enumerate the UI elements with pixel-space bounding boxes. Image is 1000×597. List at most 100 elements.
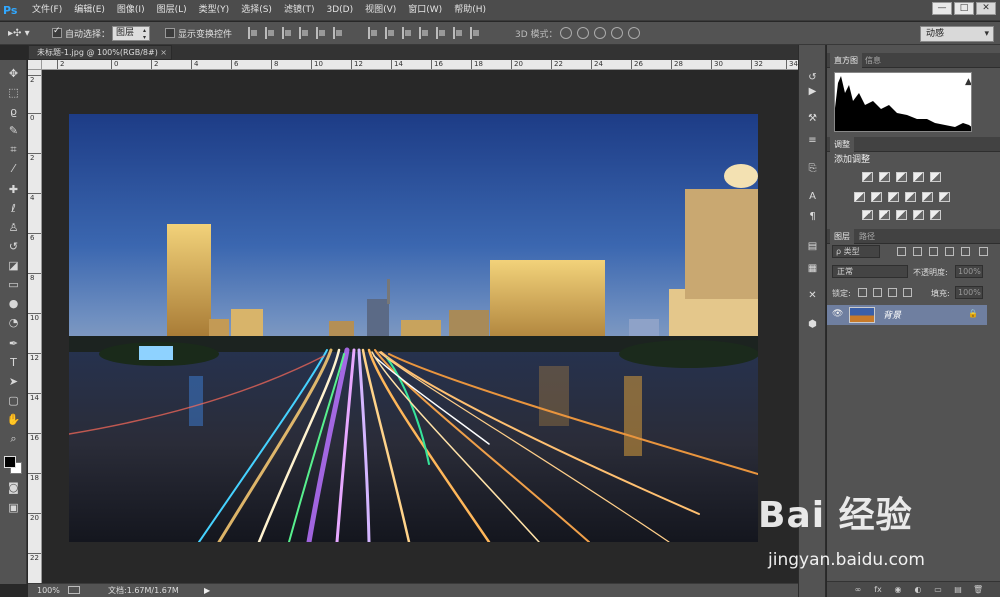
threshold-icon[interactable]: [896, 210, 907, 220]
lasso-icon[interactable]: ϱ: [5, 104, 22, 120]
shape-icon[interactable]: ▢: [5, 393, 22, 409]
actions-icon[interactable]: ▶: [806, 85, 819, 98]
filter-adjustment-icon[interactable]: [913, 247, 922, 256]
maximize-button[interactable]: □: [954, 2, 974, 15]
fill-input[interactable]: 100%: [955, 286, 983, 299]
align-bottom-icon[interactable]: [282, 27, 293, 39]
menu-layer[interactable]: 图层(L): [151, 0, 193, 21]
new-group-icon[interactable]: ▭: [933, 585, 943, 595]
ruler-origin[interactable]: [28, 60, 42, 70]
marquee-icon[interactable]: ⬚: [5, 85, 22, 101]
menu-image[interactable]: 图像(I): [111, 0, 151, 21]
tab-info[interactable]: 信息: [861, 53, 885, 68]
filter-toggle-icon[interactable]: [979, 247, 988, 256]
channel-mixer-icon[interactable]: [922, 192, 933, 202]
brightness-icon[interactable]: [862, 172, 873, 182]
menu-view[interactable]: 视图(V): [359, 0, 402, 21]
filter-smart-object-icon[interactable]: [961, 247, 970, 256]
add-mask-icon[interactable]: ◉: [893, 585, 903, 595]
dodge-icon[interactable]: ◔: [5, 315, 22, 331]
character-icon[interactable]: A: [806, 190, 819, 203]
3d-scale-icon[interactable]: [628, 27, 640, 39]
hand-icon[interactable]: ✋: [5, 412, 22, 428]
auto-select-target-select[interactable]: 图层: [112, 26, 150, 41]
document-tab[interactable]: 未标题-1.jpg @ 100%(RGB/8#) ×: [28, 45, 172, 60]
filter-type-icon[interactable]: [929, 247, 938, 256]
3d-pan-icon[interactable]: [594, 27, 606, 39]
brush-panel-icon[interactable]: ≡: [806, 134, 819, 147]
menu-edit[interactable]: 编辑(E): [68, 0, 111, 21]
lock-transparent-icon[interactable]: [858, 288, 867, 297]
auto-align-icon[interactable]: [470, 27, 481, 39]
menu-window[interactable]: 窗口(W): [402, 0, 448, 21]
distribute-hcenter-icon[interactable]: [436, 27, 447, 39]
move-icon[interactable]: ✥: [5, 66, 22, 82]
distribute-left-icon[interactable]: [419, 27, 430, 39]
zoom-icon[interactable]: ⌕: [5, 431, 22, 447]
eyedropper-icon[interactable]: ⁄: [5, 161, 22, 177]
opacity-input[interactable]: 100%: [955, 265, 983, 278]
auto-select-checkbox[interactable]: [52, 26, 62, 38]
status-menu-arrow-icon[interactable]: ▶: [204, 584, 210, 597]
color-balance-icon[interactable]: [871, 192, 882, 202]
move-tool-preset-icon[interactable]: ▸✣ ▾: [8, 25, 42, 42]
eye-icon[interactable]: 👁: [832, 309, 843, 319]
curves-icon[interactable]: [896, 172, 907, 182]
align-right-icon[interactable]: [333, 27, 344, 39]
type-icon[interactable]: T: [5, 355, 22, 371]
brush-icon[interactable]: ℓ: [5, 201, 22, 217]
notes-icon[interactable]: ▦: [806, 262, 819, 275]
new-adjustment-icon[interactable]: ◐: [913, 585, 923, 595]
crop-icon[interactable]: ⌗: [5, 142, 22, 158]
filter-pixel-icon[interactable]: [897, 247, 906, 256]
delete-layer-icon[interactable]: 🗑: [973, 585, 983, 595]
menu-select[interactable]: 选择(S): [235, 0, 278, 21]
blend-mode-select[interactable]: 正常: [832, 265, 908, 278]
blur-icon[interactable]: ●: [5, 296, 22, 312]
lock-position-icon[interactable]: [888, 288, 897, 297]
healing-brush-icon[interactable]: ✚: [5, 182, 22, 198]
history-icon[interactable]: ↺: [806, 71, 819, 84]
tab-histogram[interactable]: 直方图: [830, 53, 862, 68]
hue-saturation-icon[interactable]: [854, 192, 865, 202]
minimize-button[interactable]: —: [932, 2, 952, 15]
screen-mode-icon[interactable]: ▣: [5, 500, 22, 516]
tab-layers[interactable]: 图层: [830, 229, 854, 244]
menu-help[interactable]: 帮助(H): [448, 0, 492, 21]
document-image[interactable]: [69, 114, 758, 542]
align-top-icon[interactable]: [248, 27, 259, 39]
distribute-right-icon[interactable]: [453, 27, 464, 39]
3d-panel-icon[interactable]: ⬢: [806, 318, 819, 331]
lock-all-icon[interactable]: [903, 288, 912, 297]
close-tab-icon[interactable]: ×: [160, 46, 167, 59]
close-button[interactable]: ✕: [976, 2, 996, 15]
history-brush-icon[interactable]: ↺: [5, 239, 22, 255]
foreground-color-swatch[interactable]: [4, 456, 16, 468]
vibrance-icon[interactable]: [930, 172, 941, 182]
lock-image-icon[interactable]: [873, 288, 882, 297]
posterize-icon[interactable]: [879, 210, 890, 220]
filter-shape-icon[interactable]: [945, 247, 954, 256]
eraser-icon[interactable]: ◪: [5, 258, 22, 274]
new-layer-icon[interactable]: ▤: [953, 585, 963, 595]
selective-color-icon[interactable]: [930, 210, 941, 220]
3d-roll-icon[interactable]: [577, 27, 589, 39]
align-hcenter-icon[interactable]: [316, 27, 327, 39]
tool-presets-icon[interactable]: ⚒: [806, 112, 819, 125]
exposure-icon[interactable]: [913, 172, 924, 182]
black-white-icon[interactable]: [888, 192, 899, 202]
menu-filter[interactable]: 滤镜(T): [278, 0, 321, 21]
layer-style-icon[interactable]: fx: [873, 585, 883, 595]
clone-stamp-icon[interactable]: ♙: [5, 220, 22, 236]
export-icon[interactable]: [68, 586, 80, 594]
3d-slide-icon[interactable]: [611, 27, 623, 39]
distribute-bottom-icon[interactable]: [402, 27, 413, 39]
path-select-icon[interactable]: ➤: [5, 374, 22, 390]
distribute-top-icon[interactable]: [368, 27, 379, 39]
gradient-icon[interactable]: ▭: [5, 277, 22, 293]
quick-mask-icon[interactable]: ◙: [5, 480, 22, 496]
layer-row-background[interactable]: 👁 背景 🔒: [827, 305, 987, 325]
distribute-vcenter-icon[interactable]: [385, 27, 396, 39]
align-left-icon[interactable]: [299, 27, 310, 39]
histogram-warning-icon[interactable]: ▲: [965, 77, 971, 87]
